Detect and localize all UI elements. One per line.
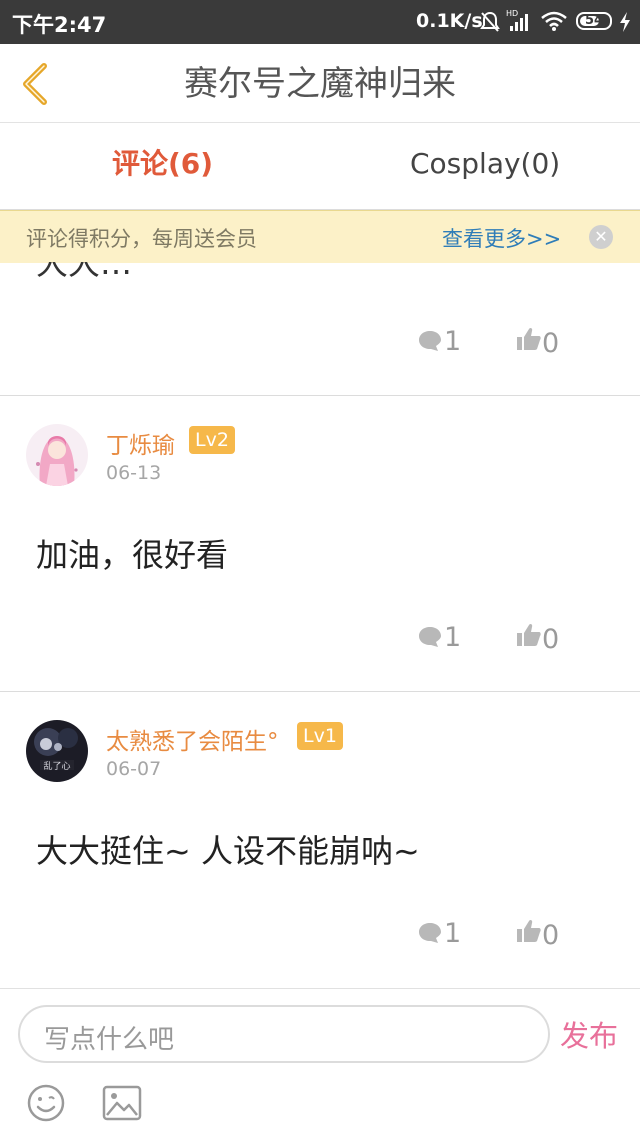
comment-item: 大大… 1 0 [0, 262, 640, 396]
battery-level: 54 [584, 13, 604, 28]
comment-date: 06-13 [106, 462, 162, 484]
thumbs-up-icon[interactable] [516, 622, 542, 648]
comment-item: 丁烁瑜 Lv2 06-13 加油，很好看 1 0 [0, 396, 640, 692]
status-time: 下午2:47 [12, 13, 107, 37]
like-count: 0 [542, 920, 560, 951]
comment-list[interactable]: 大大… 1 0 丁烁瑜 Lv2 06-13 加油，很好看 1 0 乱了心 太熟悉… [0, 262, 640, 988]
app-header: 赛尔号之魔神归来 [0, 44, 640, 123]
input-placeholder: 写点什么吧 [44, 1025, 175, 1055]
comment-input-bar: 写点什么吧 发布 [0, 988, 640, 1139]
tab-bar: 评论(6) Cosplay(0) [0, 123, 640, 210]
comment-meta: 1 0 [0, 916, 640, 956]
publish-button[interactable]: 发布 [560, 1013, 618, 1055]
reply-bubble-icon[interactable] [418, 922, 442, 944]
banner-text: 评论得积分，每周送会员 [26, 227, 257, 251]
reply-count: 1 [444, 326, 462, 357]
like-count: 0 [542, 328, 560, 359]
status-bar: 下午2:47 0.1K/s HD 54 [0, 0, 640, 44]
network-speed: 0.1K/s [416, 10, 483, 32]
avatar[interactable] [26, 424, 88, 486]
level-badge: Lv2 [189, 426, 235, 454]
comment-text: 大大… [36, 262, 133, 282]
promo-banner: 评论得积分，每周送会员 查看更多>> ✕ [0, 210, 640, 263]
banner-more-link[interactable]: 查看更多>> [442, 223, 561, 253]
svg-text:HD: HD [506, 9, 518, 18]
comment-meta: 1 0 [0, 620, 640, 660]
emoji-icon[interactable] [26, 1083, 66, 1123]
tab-comments[interactable]: 评论(6) [112, 123, 213, 209]
comment-text: 大大挺住~ 人设不能崩呐~ [36, 832, 420, 870]
like-count: 0 [542, 624, 560, 655]
hd-signal-icon: HD [506, 9, 528, 31]
comment-item: 乱了心 太熟悉了会陌生° Lv1 06-07 大大挺住~ 人设不能崩呐~ 1 0 [0, 692, 640, 988]
level-badge: Lv1 [297, 722, 343, 750]
reply-count: 1 [444, 918, 462, 949]
reply-count: 1 [444, 622, 462, 653]
battery-icon: 54 [576, 12, 612, 30]
thumbs-up-icon[interactable] [516, 326, 542, 352]
reply-bubble-icon[interactable] [418, 330, 442, 352]
comment-text: 加油，很好看 [36, 536, 229, 574]
charging-icon [620, 12, 630, 32]
mute-bell-icon [480, 11, 500, 32]
thumbs-up-icon[interactable] [516, 918, 542, 944]
reply-bubble-icon[interactable] [418, 626, 442, 648]
comment-input[interactable]: 写点什么吧 [18, 1005, 550, 1063]
comment-date: 06-07 [106, 758, 162, 780]
username[interactable]: 太熟悉了会陌生° [106, 722, 279, 756]
username[interactable]: 丁烁瑜 [106, 426, 175, 460]
image-icon[interactable] [102, 1085, 142, 1121]
close-icon[interactable]: ✕ [589, 225, 613, 249]
avatar[interactable]: 乱了心 [26, 720, 88, 782]
comment-meta: 1 0 [0, 324, 640, 364]
wifi-icon [541, 11, 567, 31]
svg-text:乱了心: 乱了心 [43, 761, 70, 772]
tab-cosplay[interactable]: Cosplay(0) [410, 123, 560, 209]
page-title: 赛尔号之魔神归来 [184, 64, 456, 104]
